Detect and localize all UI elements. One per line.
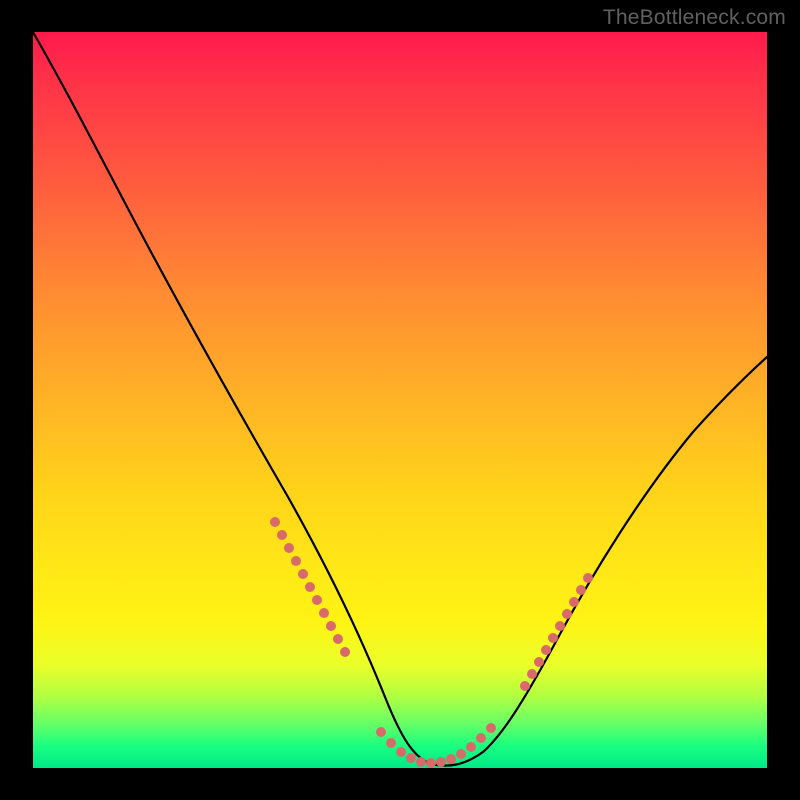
dot-cluster-valley xyxy=(376,723,496,768)
bottleneck-curve xyxy=(33,32,767,766)
curve-layer xyxy=(33,32,767,768)
chart-frame: TheBottleneck.com xyxy=(0,0,800,800)
dot-cluster-right xyxy=(520,573,593,691)
watermark-text: TheBottleneck.com xyxy=(603,6,786,30)
